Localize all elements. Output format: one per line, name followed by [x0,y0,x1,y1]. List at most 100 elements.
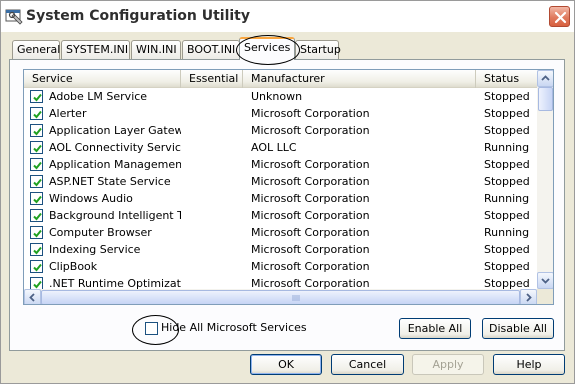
table-row[interactable]: AOL Connectivity Service AOL LLC Running [24,139,537,156]
close-button[interactable] [549,6,570,27]
tab-startup[interactable]: Startup [295,40,341,59]
arrow-right-icon [526,293,532,302]
window-title: System Configuration Utility [26,8,250,24]
service-status: Stopped [484,209,530,222]
service-name: Indexing Service [49,243,141,256]
service-status: Running [484,141,530,154]
service-status: Stopped [484,124,530,137]
scroll-down-button[interactable] [537,272,553,289]
services-list[interactable]: Service Essential Manufacturer Status Ad… [23,69,554,305]
checkmark-icon [33,229,42,238]
app-icon [5,7,23,25]
service-status: Stopped [484,107,530,120]
dialog-window: System Configuration Utility General SYS… [0,0,575,384]
service-status: Running [484,226,530,239]
list-header: Service Essential Manufacturer Status [24,70,537,88]
table-row[interactable]: Alerter Microsoft Corporation Stopped [24,105,537,122]
cancel-button[interactable]: Cancel [331,354,404,375]
table-row[interactable]: Application Layer Gatew… Microsoft Corpor… [24,122,537,139]
list-rows: Adobe LM Service Unknown Stopped Alerter Mic… [24,88,537,292]
service-name: Windows Audio [49,192,133,205]
service-name: Application Layer Gatew… [49,124,181,137]
checkmark-icon [33,110,42,119]
checkmark-icon [33,195,42,204]
service-name: ASP.NET State Service [49,175,171,188]
horizontal-scroll-thumb[interactable] [41,290,520,304]
service-name: AOL Connectivity Service [49,141,181,154]
horizontal-scrollbar[interactable] [24,289,537,304]
ok-button[interactable]: OK [250,354,322,375]
disable-all-button[interactable]: Disable All [482,318,554,339]
service-name: Adobe LM Service [49,90,148,103]
grip-icon [292,295,300,301]
arrow-up-icon [541,75,550,81]
vertical-scroll-thumb[interactable] [538,87,553,111]
column-header-manufacturer[interactable]: Manufacturer [243,70,476,88]
checkmark-icon [33,127,42,136]
checkmark-icon [33,178,42,187]
service-checkbox[interactable] [30,226,43,239]
service-manufacturer: Microsoft Corporation [251,192,370,205]
table-row[interactable]: Indexing Service Microsoft Corporation Sto… [24,241,537,258]
service-manufacturer: Microsoft Corporation [251,243,370,256]
scroll-right-button[interactable] [520,289,537,304]
vertical-scrollbar[interactable] [537,70,553,289]
column-header-essential[interactable]: Essential [181,70,243,88]
table-row[interactable]: ASP.NET State Service Microsoft Corporati… [24,173,537,190]
service-checkbox[interactable] [30,107,43,120]
services-tab-highlight-ellipse [236,35,300,65]
table-row[interactable]: Computer Browser Microsoft Corporation Run… [24,224,537,241]
service-manufacturer: AOL LLC [251,141,297,154]
checkmark-icon [33,93,42,102]
column-header-status[interactable]: Status [476,70,537,88]
service-manufacturer: Microsoft Corporation [251,175,370,188]
close-icon [554,11,567,24]
service-status: Stopped [484,90,530,103]
column-header-service[interactable]: Service [24,70,181,88]
hide-microsoft-services-label[interactable]: Hide All Microsoft Services [161,321,307,334]
service-checkbox[interactable] [30,192,43,205]
scroll-left-button[interactable] [24,289,41,304]
table-row[interactable]: Windows Audio Microsoft Corporation Runnin… [24,190,537,207]
scroll-up-button[interactable] [537,70,553,87]
service-manufacturer: Microsoft Corporation [251,124,370,137]
table-row[interactable]: ClipBook Microsoft Corporation Stopped [24,258,537,275]
checkmark-icon [33,246,42,255]
tab-win-ini[interactable]: WIN.INI [131,40,181,59]
checkmark-icon [33,263,42,272]
service-status: Stopped [484,260,530,273]
service-checkbox[interactable] [30,209,43,222]
service-manufacturer: Microsoft Corporation [251,209,370,222]
checkmark-icon [33,212,42,221]
service-checkbox[interactable] [30,158,43,171]
table-row[interactable]: Adobe LM Service Unknown Stopped [24,88,537,105]
checkmark-icon [33,144,42,153]
table-row[interactable]: Background Intelligent T… Microsoft Corpo… [24,207,537,224]
service-name: Computer Browser [49,226,152,239]
enable-all-button[interactable]: Enable All [399,318,471,339]
tab-general[interactable]: General [12,40,60,59]
service-name: ClipBook [49,260,98,273]
service-manufacturer: Microsoft Corporation [251,107,370,120]
service-status: Stopped [484,175,530,188]
arrow-down-icon [541,278,550,284]
service-checkbox[interactable] [30,175,43,188]
checkmark-icon [33,161,42,170]
arrow-left-icon [29,293,35,302]
service-status: Stopped [484,158,530,171]
service-name: Application Management [49,158,181,171]
service-manufacturer: Unknown [251,90,303,103]
service-checkbox[interactable] [30,124,43,137]
service-checkbox[interactable] [30,260,43,273]
tab-boot-ini[interactable]: BOOT.INI [182,40,240,59]
service-checkbox[interactable] [30,90,43,103]
help-button[interactable]: Help [493,354,565,375]
service-checkbox[interactable] [30,243,43,256]
title-bar[interactable]: System Configuration Utility [1,1,574,32]
service-checkbox[interactable] [30,141,43,154]
apply-button[interactable]: Apply [412,354,484,375]
service-manufacturer: Microsoft Corporation [251,260,370,273]
table-row[interactable]: Application Management Microsoft Corporat… [24,156,537,173]
service-status: Running [484,192,530,205]
tab-system-ini[interactable]: SYSTEM.INI [61,40,130,59]
